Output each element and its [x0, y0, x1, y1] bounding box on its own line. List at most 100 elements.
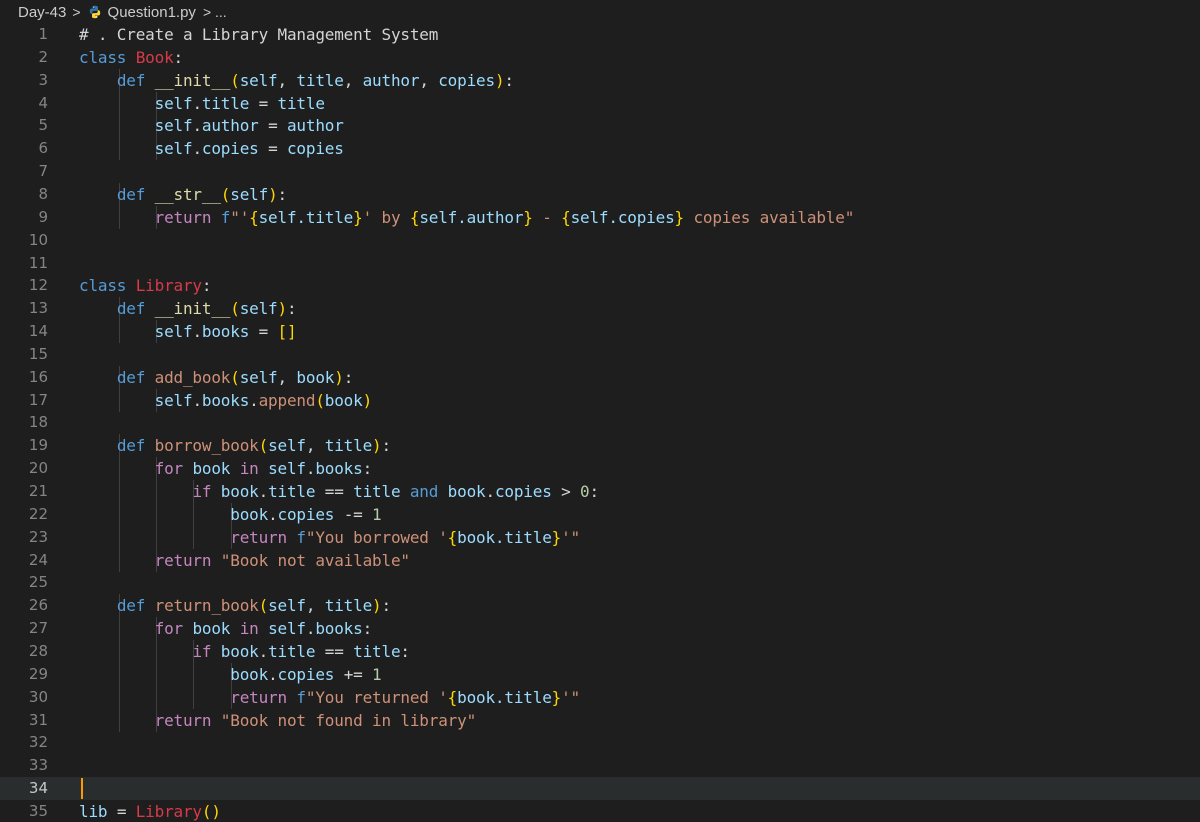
code-text: self.books = []: [154, 322, 297, 342]
line-number: 21: [28, 482, 48, 500]
python-icon: [88, 5, 102, 19]
code-text: for book in self.books:: [154, 459, 373, 479]
line-number: 1: [38, 25, 48, 43]
line-number: 12: [28, 276, 48, 295]
code-line[interactable]: 10: [0, 229, 1200, 252]
code-text: self.title = title: [154, 93, 325, 113]
line-number: 32: [28, 733, 48, 752]
code-line[interactable]: 33: [0, 754, 1200, 777]
code-text: def borrow_book(self, title):: [116, 436, 391, 456]
line-number: 9: [38, 207, 48, 226]
code-text: return "Book not found in library": [154, 710, 477, 730]
code-line[interactable]: 5 self.author = author: [0, 114, 1200, 138]
code-text: class Library:: [79, 276, 212, 296]
line-number: 26: [28, 596, 48, 615]
line-number: 34: [28, 779, 48, 798]
line-number: 2: [38, 47, 48, 66]
line-number: 11: [28, 253, 48, 272]
code-line[interactable]: 3 def __init__(self, title, author, copi…: [0, 68, 1200, 92]
line-number: 24: [28, 550, 48, 569]
code-editor[interactable]: 1 # . Create a Library Management System 2…: [0, 23, 1200, 822]
code-line[interactable]: 16 def add_book(self, book):: [0, 365, 1200, 389]
line-number: 10: [28, 230, 48, 249]
code-text: book.copies += 1: [230, 664, 382, 684]
chevron-right-icon: >: [72, 4, 81, 20]
code-line[interactable]: 8 def __str__(self):: [0, 182, 1200, 206]
line-number: 28: [28, 641, 48, 660]
line-number: 7: [38, 162, 48, 181]
line-number: 33: [28, 756, 48, 775]
code-line[interactable]: 9 return f"'{self.title}' by {self.autho…: [0, 205, 1200, 229]
code-line[interactable]: 31 return "Book not found in library": [0, 708, 1200, 732]
code-line[interactable]: 15: [0, 343, 1200, 366]
code-text: self.copies = copies: [154, 139, 344, 159]
line-number: 35: [28, 801, 48, 820]
code-text: return "Book not available": [154, 550, 410, 570]
code-line[interactable]: 6 self.copies = copies: [0, 137, 1200, 161]
code-line[interactable]: 24 return "Book not available": [0, 548, 1200, 572]
code-text: class Book:: [79, 47, 183, 67]
line-number: 8: [38, 184, 48, 203]
breadcrumb-file[interactable]: Question1.py: [108, 4, 196, 21]
code-text: def return_book(self, title):: [116, 596, 391, 616]
line-number: 5: [38, 116, 48, 135]
code-line[interactable]: 19 def borrow_book(self, title):: [0, 434, 1200, 458]
line-number: 29: [28, 664, 48, 683]
line-number: 27: [28, 619, 48, 638]
code-line[interactable]: 28 if book.title == title:: [0, 639, 1200, 663]
line-number: 3: [38, 70, 48, 89]
code-line[interactable]: 32: [0, 731, 1200, 754]
code-line[interactable]: 2 class Book:: [0, 46, 1200, 69]
code-line[interactable]: 23 return f"You borrowed '{book.title}'": [0, 525, 1200, 549]
code-line[interactable]: 27 for book in self.books:: [0, 617, 1200, 641]
code-line[interactable]: 17 self.books.append(book): [0, 388, 1200, 412]
line-number: 31: [28, 710, 48, 729]
code-line[interactable]: 1 # . Create a Library Management System: [0, 23, 1200, 46]
line-number: 30: [28, 687, 48, 706]
line-number: 13: [28, 299, 48, 318]
line-number: 25: [28, 573, 48, 592]
code-line[interactable]: 18: [0, 411, 1200, 434]
code-line[interactable]: 29 book.copies += 1: [0, 662, 1200, 686]
code-text: return f"'{self.title}' by {self.author}…: [154, 207, 855, 227]
code-line[interactable]: 35 lib = Library(): [0, 800, 1200, 822]
code-text: lib = Library(): [79, 801, 221, 821]
breadcrumb-folder[interactable]: Day-43: [18, 4, 66, 21]
code-line[interactable]: 21 if book.title == title and book.copie…: [0, 480, 1200, 503]
line-number: 19: [28, 436, 48, 455]
line-number: 4: [38, 93, 48, 112]
code-text: def __init__(self, title, author, copies…: [116, 70, 514, 90]
code-text: book.copies -= 1: [230, 504, 382, 524]
line-number: 18: [28, 413, 48, 432]
code-text: for book in self.books:: [154, 619, 373, 639]
line-number: 6: [38, 139, 48, 158]
line-number: 23: [28, 527, 48, 546]
code-line[interactable]: 14 self.books = []: [0, 320, 1200, 344]
code-text: def add_book(self, book):: [116, 367, 354, 387]
line-number: 16: [28, 367, 48, 386]
code-line[interactable]: 11: [0, 252, 1200, 275]
code-line[interactable]: 13 def __init__(self):: [0, 297, 1200, 321]
code-text: return f"You returned '{book.title}'": [230, 687, 581, 707]
breadcrumb: Day-43 > Question1.py > ...: [0, 0, 1200, 24]
code-line[interactable]: 25: [0, 571, 1200, 594]
code-text: self.author = author: [154, 116, 344, 136]
code-line[interactable]: 4 self.title = title: [0, 91, 1200, 115]
code-text: def __init__(self):: [116, 299, 297, 319]
line-number: 22: [28, 504, 48, 523]
code-line[interactable]: 34: [0, 777, 1200, 801]
code-text: if book.title == title:: [192, 641, 410, 661]
code-line[interactable]: 26 def return_book(self, title):: [0, 594, 1200, 618]
code-line[interactable]: 22 book.copies -= 1: [0, 502, 1200, 526]
code-text: self.books.append(book): [154, 390, 373, 410]
code-text: if book.title == title and book.copies >…: [192, 482, 599, 501]
code-text: return f"You borrowed '{book.title}'": [230, 527, 581, 547]
code-line[interactable]: 30 return f"You returned '{book.title}'": [0, 685, 1200, 709]
code-line[interactable]: 20 for book in self.books:: [0, 457, 1200, 481]
code-line[interactable]: 12 class Library:: [0, 274, 1200, 297]
breadcrumb-trail[interactable]: > ...: [203, 4, 227, 20]
line-number: 20: [28, 459, 48, 478]
line-number: 15: [28, 344, 48, 363]
code-text: # . Create a Library Management System: [79, 25, 439, 44]
code-line[interactable]: 7: [0, 160, 1200, 183]
